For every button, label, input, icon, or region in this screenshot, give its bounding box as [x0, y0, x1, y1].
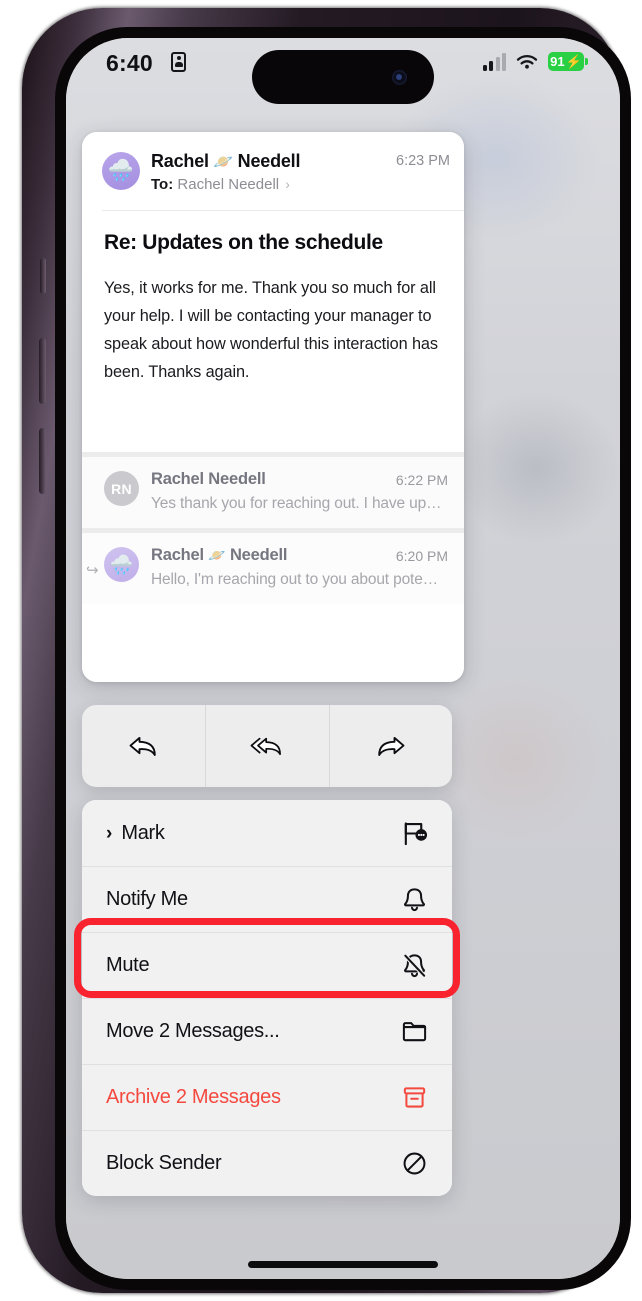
status-time: 6:40: [106, 50, 153, 76]
avatar: 🌧️: [102, 152, 140, 190]
menu-item-label: Archive 2 Messages: [106, 1085, 281, 1108]
collapsed-preview: Hello, I'm reaching out to you about pot…: [151, 571, 439, 588]
menu-item-archive-messages[interactable]: Archive 2 Messages: [82, 1064, 452, 1130]
expanded-message[interactable]: 🌧️ Rachel 🪐 Needell 6:23 PM To: Rachel N…: [82, 132, 464, 452]
reply-button[interactable]: [82, 705, 205, 787]
status-indicators: 91 ⚡: [482, 52, 588, 71]
silent-switch[interactable]: [40, 258, 46, 294]
menu-item-notify-me[interactable]: Notify Me: [82, 866, 452, 932]
replied-arrow-icon: ↩: [86, 562, 99, 579]
email-body: Yes, it works for me. Thank you so much …: [104, 279, 438, 381]
phone-frame: 6:40 91 ⚡ 🌧️ Rachel 🪐 Needell 6:23 PM To…: [22, 8, 631, 1293]
volume-up-button[interactable]: [39, 338, 46, 404]
forward-icon: [378, 736, 405, 756]
archive-box-icon: [398, 1081, 430, 1113]
menu-item-label: Mute: [106, 953, 150, 976]
saturn-emoji: 🪐: [208, 547, 226, 563]
battery-indicator: 91 ⚡: [548, 52, 588, 71]
collapsed-sender-part1: Rachel: [151, 546, 204, 564]
status-bar: 6:40 91 ⚡: [66, 38, 620, 104]
phone-screen: 6:40 91 ⚡ 🌧️ Rachel 🪐 Needell 6:23 PM To…: [66, 38, 620, 1279]
bell-slash-icon: [398, 949, 430, 981]
action-toolbar: [82, 705, 452, 787]
charging-bolt-icon: ⚡: [565, 54, 582, 69]
forward-button[interactable]: [328, 705, 452, 787]
message-timestamp: 6:23 PM: [396, 153, 450, 169]
menu-item-mark[interactable]: › Mark: [82, 800, 452, 866]
battery-level: 91: [550, 54, 565, 69]
sender-row: Rachel 🪐 Needell 6:23 PM: [151, 151, 450, 173]
avatar-initials: RN: [104, 471, 139, 506]
card-footer-space: [82, 616, 464, 682]
reply-icon: [129, 736, 156, 756]
reply-all-icon: [250, 737, 281, 756]
header-divider: [102, 210, 464, 211]
menu-item-label: Block Sender: [106, 1151, 222, 1174]
folder-icon: [398, 1015, 430, 1047]
collapsed-message-1[interactable]: RN Rachel Needell 6:22 PM Yes thank you …: [82, 457, 464, 528]
collapsed-sender-part2: Needell: [229, 546, 288, 564]
wifi-icon: [516, 54, 538, 69]
menu-item-label: Notify Me: [106, 887, 188, 910]
email-thread-card[interactable]: 🌧️ Rachel 🪐 Needell 6:23 PM To: Rachel N…: [82, 132, 464, 682]
menu-item-block-sender[interactable]: Block Sender: [82, 1130, 452, 1196]
collapsed-timestamp: 6:20 PM: [395, 548, 448, 564]
chevron-right-icon[interactable]: ›: [285, 176, 290, 192]
home-indicator[interactable]: [248, 1261, 438, 1268]
collapsed-timestamp: 6:22 PM: [395, 472, 448, 488]
cellular-signal-icon: [482, 52, 506, 71]
avatar: 🌧️: [104, 547, 139, 582]
avatar-emoji: 🌧️: [107, 159, 135, 182]
collapsed-preview: Yes thank you for reaching out. I have u…: [151, 495, 442, 512]
context-menu: › Mark Notify Me Mute Move 2 Messages...…: [82, 800, 452, 1196]
bell-icon: [398, 883, 430, 915]
sender-name-part1: Rachel: [151, 151, 209, 171]
recipient-name: Rachel Needell: [177, 176, 280, 193]
menu-item-label: Move 2 Messages...: [106, 1019, 280, 1042]
block-circle-icon: [398, 1147, 430, 1179]
avatar-initials-text: RN: [111, 480, 132, 497]
collapsed-sender-name: Rachel 🪐 Needell: [151, 546, 287, 565]
id-card-icon: [171, 52, 186, 72]
saturn-emoji: 🪐: [213, 154, 234, 171]
email-subject: Re: Updates on the schedule: [104, 231, 383, 254]
chevron-right-icon: ›: [106, 822, 113, 844]
menu-item-label: Mark: [121, 821, 165, 844]
front-camera-icon: [392, 70, 407, 85]
reply-all-button[interactable]: [205, 705, 328, 787]
collapsed-message-2[interactable]: ↩ 🌧️ Rachel 🪐 Needell 6:20 PM Hello, I'm…: [82, 533, 464, 604]
menu-item-move-messages[interactable]: Move 2 Messages...: [82, 998, 452, 1064]
flag-with-dots-icon: [398, 817, 430, 849]
volume-down-button[interactable]: [39, 428, 46, 494]
avatar-emoji: 🌧️: [109, 554, 134, 576]
menu-item-mute[interactable]: Mute: [82, 932, 452, 998]
sender-name-part2: Needell: [237, 151, 301, 171]
collapsed-sender-name: Rachel Needell: [151, 470, 266, 488]
to-label: To:: [151, 176, 174, 193]
recipient-row[interactable]: To: Rachel Needell ›: [151, 176, 290, 193]
